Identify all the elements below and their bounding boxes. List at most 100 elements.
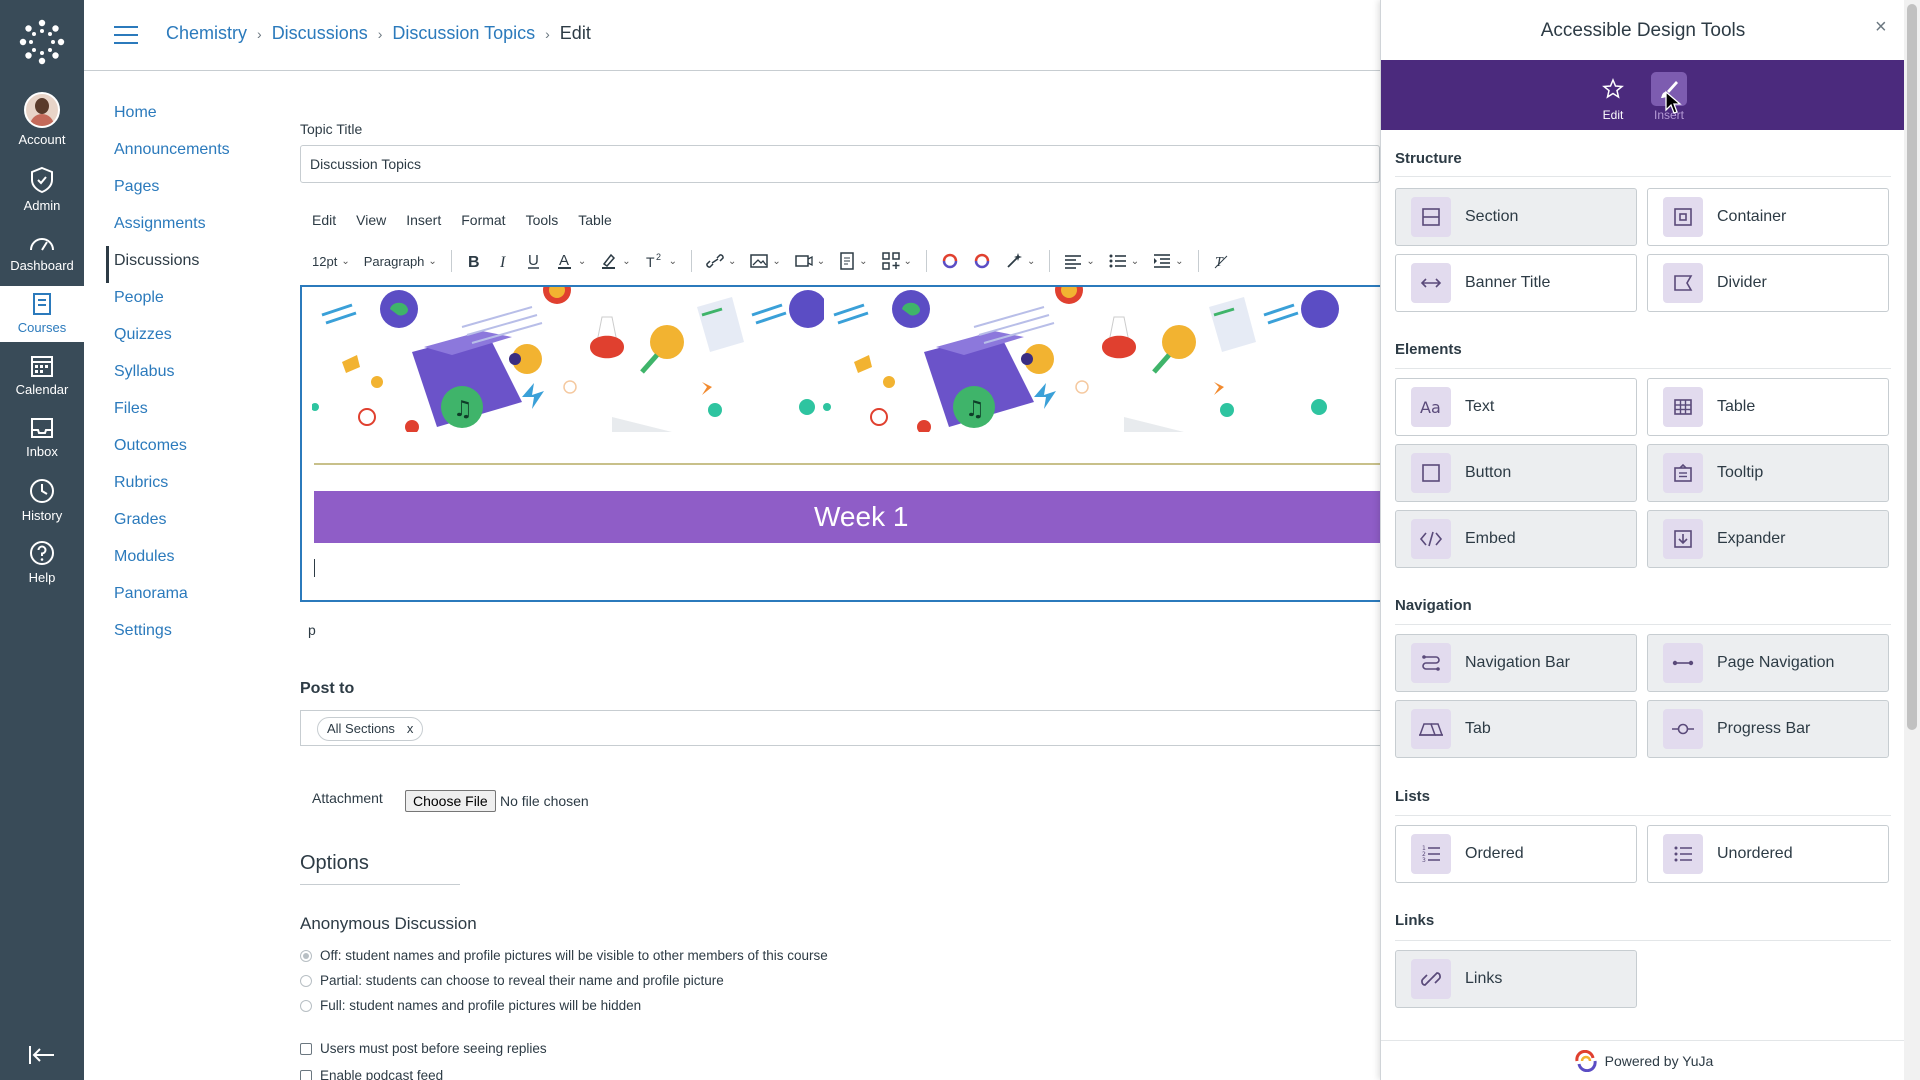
media-button[interactable]: ⌄ xyxy=(795,253,825,269)
nav-calendar[interactable]: Calendar xyxy=(0,354,84,397)
help-icon xyxy=(30,541,54,565)
hamburger-menu-icon[interactable] xyxy=(114,26,138,46)
menu-tools[interactable]: Tools xyxy=(526,212,559,228)
link-icon xyxy=(1421,972,1441,986)
anon-off-radio[interactable] xyxy=(300,949,312,962)
panel-scrollbar[interactable] xyxy=(1904,0,1920,1080)
tile-container[interactable]: Container xyxy=(1647,188,1889,246)
tile-banner-title[interactable]: Banner Title xyxy=(1395,254,1637,312)
course-nav-settings[interactable]: Settings xyxy=(108,616,230,653)
indent-button[interactable]: ⌄ xyxy=(1153,253,1184,269)
section-heading-navigation: Navigation xyxy=(1395,597,1472,614)
yuja-button[interactable] xyxy=(941,252,959,270)
post-to-input[interactable]: All Sections x xyxy=(300,710,1380,746)
tile-ordered[interactable]: 123 Ordered xyxy=(1395,825,1637,883)
course-nav-panorama[interactable]: Panorama xyxy=(108,579,230,616)
rich-text-editor[interactable]: ♫ Week 1 xyxy=(300,285,1380,602)
anon-partial-option[interactable]: Partial: students can choose to reveal t… xyxy=(300,973,724,988)
tile-page-navigation-label: Page Navigation xyxy=(1717,654,1835,671)
accessibility-button[interactable]: ⌄ xyxy=(1005,252,1035,270)
align-button[interactable]: ⌄ xyxy=(1064,253,1095,269)
must-post-checkbox[interactable] xyxy=(300,1042,312,1055)
nav-account[interactable]: Account xyxy=(0,92,84,147)
course-nav-syllabus[interactable]: Syllabus xyxy=(108,357,230,394)
course-nav-people[interactable]: People xyxy=(108,283,230,320)
tab-edit[interactable]: Edit xyxy=(1591,72,1635,122)
menu-format[interactable]: Format xyxy=(461,212,505,228)
tile-divider[interactable]: Divider xyxy=(1647,254,1889,312)
anon-full-radio[interactable] xyxy=(300,999,312,1012)
apps-button[interactable]: ⌄ xyxy=(881,252,912,270)
tile-tooltip[interactable]: Tooltip xyxy=(1647,444,1889,502)
podcast-option[interactable]: Enable podcast feed xyxy=(300,1068,443,1080)
course-nav-outcomes[interactable]: Outcomes xyxy=(108,431,230,468)
image-button[interactable]: ⌄ xyxy=(750,253,781,269)
tile-links[interactable]: Links xyxy=(1395,950,1637,1008)
scrollbar-thumb[interactable] xyxy=(1907,4,1917,730)
menu-edit[interactable]: Edit xyxy=(312,212,336,228)
nav-admin[interactable]: Admin xyxy=(0,166,84,213)
course-nav-home[interactable]: Home xyxy=(108,98,230,135)
font-size-select[interactable]: 12pt ⌄ xyxy=(312,254,350,269)
topic-title-label: Topic Title xyxy=(300,121,363,137)
block-format-select[interactable]: Paragraph ⌄ xyxy=(364,254,437,269)
tile-navigation-bar[interactable]: Navigation Bar xyxy=(1395,634,1637,692)
must-post-option[interactable]: Users must post before seeing replies xyxy=(300,1041,547,1056)
nav-history[interactable]: History xyxy=(0,478,84,523)
menu-table[interactable]: Table xyxy=(578,212,611,228)
course-nav-rubrics[interactable]: Rubrics xyxy=(108,468,230,505)
superscript-button[interactable]: T 2 ⌄ xyxy=(645,253,677,269)
link-button[interactable]: ⌄ xyxy=(706,253,736,269)
tile-unordered[interactable]: Unordered xyxy=(1647,825,1889,883)
collapse-nav-icon[interactable] xyxy=(28,1044,56,1066)
topic-title-input[interactable]: Discussion Topics xyxy=(300,145,1380,183)
bold-button[interactable]: B xyxy=(466,253,482,269)
menu-insert[interactable]: Insert xyxy=(406,212,441,228)
document-button[interactable]: ⌄ xyxy=(839,252,868,270)
close-icon[interactable]: × xyxy=(1875,16,1887,39)
nav-inbox[interactable]: Inbox xyxy=(0,416,84,459)
nav-help[interactable]: Help xyxy=(0,540,84,585)
course-nav-modules[interactable]: Modules xyxy=(108,542,230,579)
anon-full-option[interactable]: Full: student names and profile pictures… xyxy=(300,998,641,1013)
nav-courses[interactable]: Courses xyxy=(0,286,84,342)
course-nav-assignments[interactable]: Assignments xyxy=(108,209,230,246)
tile-page-navigation[interactable]: Page Navigation xyxy=(1647,634,1889,692)
canvas-logo-icon[interactable] xyxy=(18,18,66,66)
menu-view[interactable]: View xyxy=(356,212,386,228)
tile-table[interactable]: Table xyxy=(1647,378,1889,436)
anon-partial-radio[interactable] xyxy=(300,974,312,987)
nav-dashboard[interactable]: Dashboard xyxy=(0,232,84,273)
breadcrumb-chemistry[interactable]: Chemistry xyxy=(166,23,247,44)
course-nav-quizzes[interactable]: Quizzes xyxy=(108,320,230,357)
tile-progress-bar[interactable]: Progress Bar xyxy=(1647,700,1889,758)
tile-section[interactable]: Section xyxy=(1395,188,1637,246)
tile-expander[interactable]: Expander xyxy=(1647,510,1889,568)
anon-off-label: Off: student names and profile pictures … xyxy=(320,948,828,963)
podcast-checkbox[interactable] xyxy=(300,1069,312,1080)
star-icon xyxy=(1602,78,1624,99)
breadcrumb-discussions[interactable]: Discussions xyxy=(272,23,368,44)
chip-remove-icon[interactable]: x xyxy=(407,718,414,740)
yuja-media-button[interactable] xyxy=(973,252,991,270)
tile-text[interactable]: Aa Text xyxy=(1395,378,1637,436)
tile-navigation-bar-label: Navigation Bar xyxy=(1465,654,1570,671)
bullet-list-button[interactable]: ⌄ xyxy=(1109,253,1139,269)
tile-embed[interactable]: Embed xyxy=(1395,510,1637,568)
clear-format-button[interactable]: T xyxy=(1213,253,1229,269)
text-color-button[interactable]: A ⌄ xyxy=(556,252,586,270)
highlight-button[interactable]: ⌄ xyxy=(600,252,631,270)
choose-file-button[interactable]: Choose File xyxy=(405,790,496,812)
underline-button[interactable]: U xyxy=(526,252,542,270)
tile-button[interactable]: Button xyxy=(1395,444,1637,502)
tile-tab[interactable]: Tab xyxy=(1395,700,1637,758)
course-nav-announcements[interactable]: Announcements xyxy=(108,135,230,172)
course-nav-discussions[interactable]: Discussions xyxy=(106,246,230,283)
italic-button[interactable]: I xyxy=(496,253,512,269)
editor-menubar: Edit View Insert Format Tools Table xyxy=(312,212,612,228)
anon-off-option[interactable]: Off: student names and profile pictures … xyxy=(300,948,828,963)
breadcrumb-discussion-topics[interactable]: Discussion Topics xyxy=(392,23,535,44)
course-nav-pages[interactable]: Pages xyxy=(108,172,230,209)
course-nav-grades[interactable]: Grades xyxy=(108,505,230,542)
course-nav-files[interactable]: Files xyxy=(108,394,230,431)
